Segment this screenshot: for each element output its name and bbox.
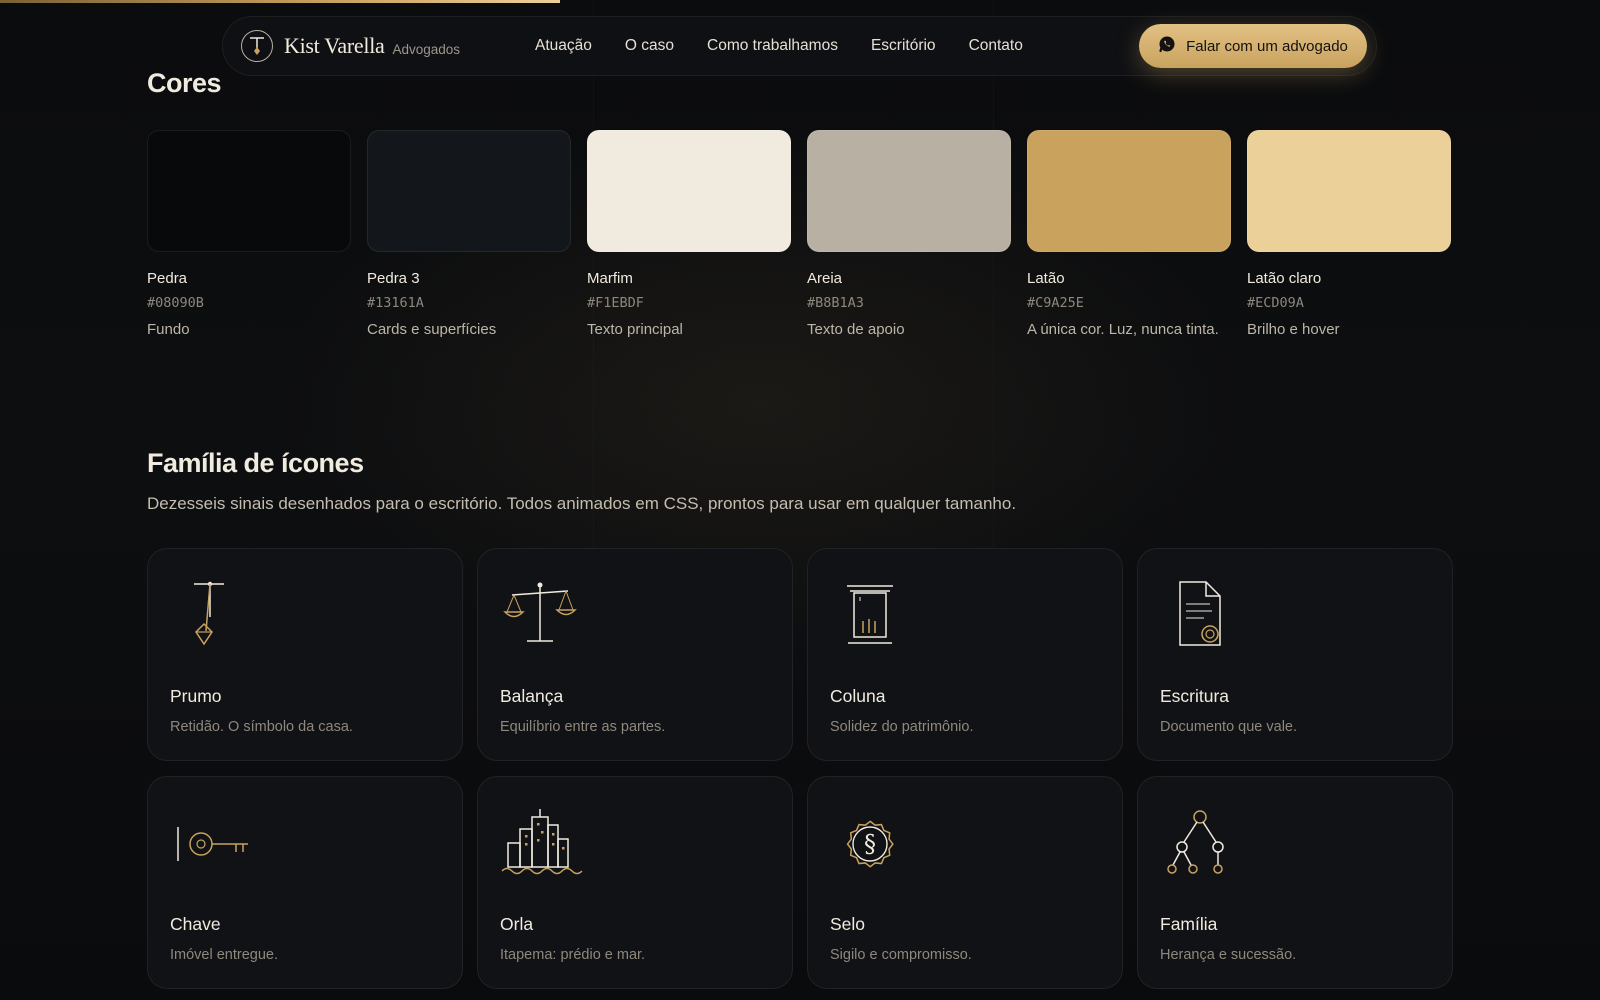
swatch-color xyxy=(1027,130,1231,252)
nav-item-o-caso[interactable]: O caso xyxy=(625,37,674,55)
nav-item-escritorio[interactable]: Escritório xyxy=(871,37,936,55)
icon-card-title: Prumo xyxy=(170,686,222,706)
icon-card-orla[interactable]: Orla Itapema: prédio e mar. xyxy=(477,776,793,989)
swatch-hex: #ECD09A xyxy=(1247,295,1304,311)
top-navigation: Kist Varella Advogados Atuação O caso Co… xyxy=(222,16,1377,76)
icon-card-title: Orla xyxy=(500,914,534,934)
swatch-hex: #13161A xyxy=(367,295,424,311)
section-seal-icon: § xyxy=(846,820,894,868)
swatch-name: Pedra 3 xyxy=(367,270,420,287)
icon-card-title: Selo xyxy=(830,914,866,934)
whatsapp-icon xyxy=(1158,35,1176,58)
color-swatches: Pedra #08090B Fundo Pedra 3 #13161A Card… xyxy=(147,130,1451,338)
icon-card-coluna[interactable]: Coluna Solidez do patrimônio. xyxy=(807,548,1123,761)
icon-card-desc: Sigilo e compromisso. xyxy=(830,947,972,963)
document-seal-icon xyxy=(1179,581,1221,646)
swatch-desc: Cards e superfícies xyxy=(367,321,497,338)
swatch-pedra: Pedra #08090B Fundo xyxy=(147,130,351,338)
plumb-bob-icon xyxy=(194,581,224,646)
swatch-name: Areia xyxy=(807,270,843,287)
swatch-desc: Brilho e hover xyxy=(1247,321,1340,338)
swatch-desc: Texto principal xyxy=(587,321,683,338)
swatch-hex: #B8B1A3 xyxy=(807,295,864,311)
svg-text:§: § xyxy=(864,830,876,858)
nav-item-contato[interactable]: Contato xyxy=(969,37,1023,55)
nav-item-como-trabalhamos[interactable]: Como trabalhamos xyxy=(707,37,838,55)
swatch-name: Latão claro xyxy=(1247,270,1322,287)
swatch-color xyxy=(587,130,791,252)
swatch-color xyxy=(367,130,571,252)
swatch-hex: #08090B xyxy=(147,295,204,311)
swatch-hex: #C9A25E xyxy=(1027,295,1084,311)
swatch-name: Latão xyxy=(1027,270,1065,287)
family-tree-icon xyxy=(1167,810,1224,874)
icon-card-desc: Retidão. O símbolo da casa. xyxy=(170,719,353,735)
icon-card-desc: Solidez do patrimônio. xyxy=(830,719,974,735)
icon-card-desc: Documento que vale. xyxy=(1160,719,1298,735)
colors-section-title: Cores xyxy=(147,68,222,98)
plumb-bob-logo-icon xyxy=(241,30,273,62)
icons-section-title: Família de ícones xyxy=(147,448,364,478)
column-icon xyxy=(847,585,893,644)
icon-card-desc: Herança e sucessão. xyxy=(1160,947,1297,963)
nav-item-atuacao[interactable]: Atuação xyxy=(535,37,592,55)
icon-card-escritura[interactable]: Escritura Documento que vale. xyxy=(1137,548,1453,761)
scroll-progress-bar xyxy=(0,0,560,3)
icon-card-prumo[interactable]: Prumo Retidão. O símbolo da casa. xyxy=(147,548,463,761)
icon-card-chave[interactable]: Chave Imóvel entregue. xyxy=(147,776,463,989)
icon-card-familia[interactable]: Família Herança e sucessão. xyxy=(1137,776,1453,989)
icon-card-title: Família xyxy=(1160,914,1218,934)
city-waves-icon xyxy=(501,809,583,875)
swatch-hex: #F1EBDF xyxy=(587,295,644,311)
swatch-color xyxy=(147,130,351,252)
swatch-pedra-3: Pedra 3 #13161A Cards e superfícies xyxy=(367,130,571,338)
swatch-desc: A única cor. Luz, nunca tinta. xyxy=(1027,321,1219,338)
icon-card-title: Escritura xyxy=(1160,686,1230,706)
icon-card-desc: Imóvel entregue. xyxy=(170,947,279,963)
icon-card-desc: Itapema: prédio e mar. xyxy=(500,947,646,963)
swatch-name: Marfim xyxy=(587,270,633,287)
brand-subtitle: Advogados xyxy=(392,41,461,57)
brand-logo[interactable]: Kist Varella Advogados xyxy=(241,30,535,62)
icon-card-title: Chave xyxy=(170,914,221,934)
swatch-areia: Areia #B8B1A3 Texto de apoio xyxy=(807,130,1011,338)
swatch-latao-claro: Latão claro #ECD09A Brilho e hover xyxy=(1247,130,1451,338)
icon-card-title: Balança xyxy=(500,686,564,706)
swatch-desc: Texto de apoio xyxy=(807,321,905,338)
icons-section-description: Dezesseis sinais desenhados para o escri… xyxy=(147,494,1017,513)
icon-grid: Prumo Retidão. O símbolo da casa. Balanç… xyxy=(147,548,1453,989)
icon-card-balanca[interactable]: Balança Equilíbrio entre as partes. xyxy=(477,548,793,761)
icon-card-title: Coluna xyxy=(830,686,886,706)
scales-icon xyxy=(503,582,577,642)
brand-name: Kist Varella xyxy=(284,33,385,58)
swatch-color xyxy=(1247,130,1451,252)
swatch-latao: Latão #C9A25E A única cor. Luz, nunca ti… xyxy=(1027,130,1231,338)
swatch-desc: Fundo xyxy=(147,321,190,338)
nav-menu: Atuação O caso Como trabalhamos Escritór… xyxy=(535,37,1023,55)
key-icon xyxy=(177,827,248,861)
swatch-color xyxy=(807,130,1011,252)
icon-card-selo[interactable]: § Selo Sigilo e compromisso. xyxy=(807,776,1123,989)
icon-card-desc: Equilíbrio entre as partes. xyxy=(500,719,666,735)
swatch-name: Pedra xyxy=(147,270,188,287)
talk-to-lawyer-button[interactable]: Falar com um advogado xyxy=(1139,24,1367,68)
swatch-marfim: Marfim #F1EBDF Texto principal xyxy=(587,130,791,338)
cta-label: Falar com um advogado xyxy=(1186,37,1348,55)
